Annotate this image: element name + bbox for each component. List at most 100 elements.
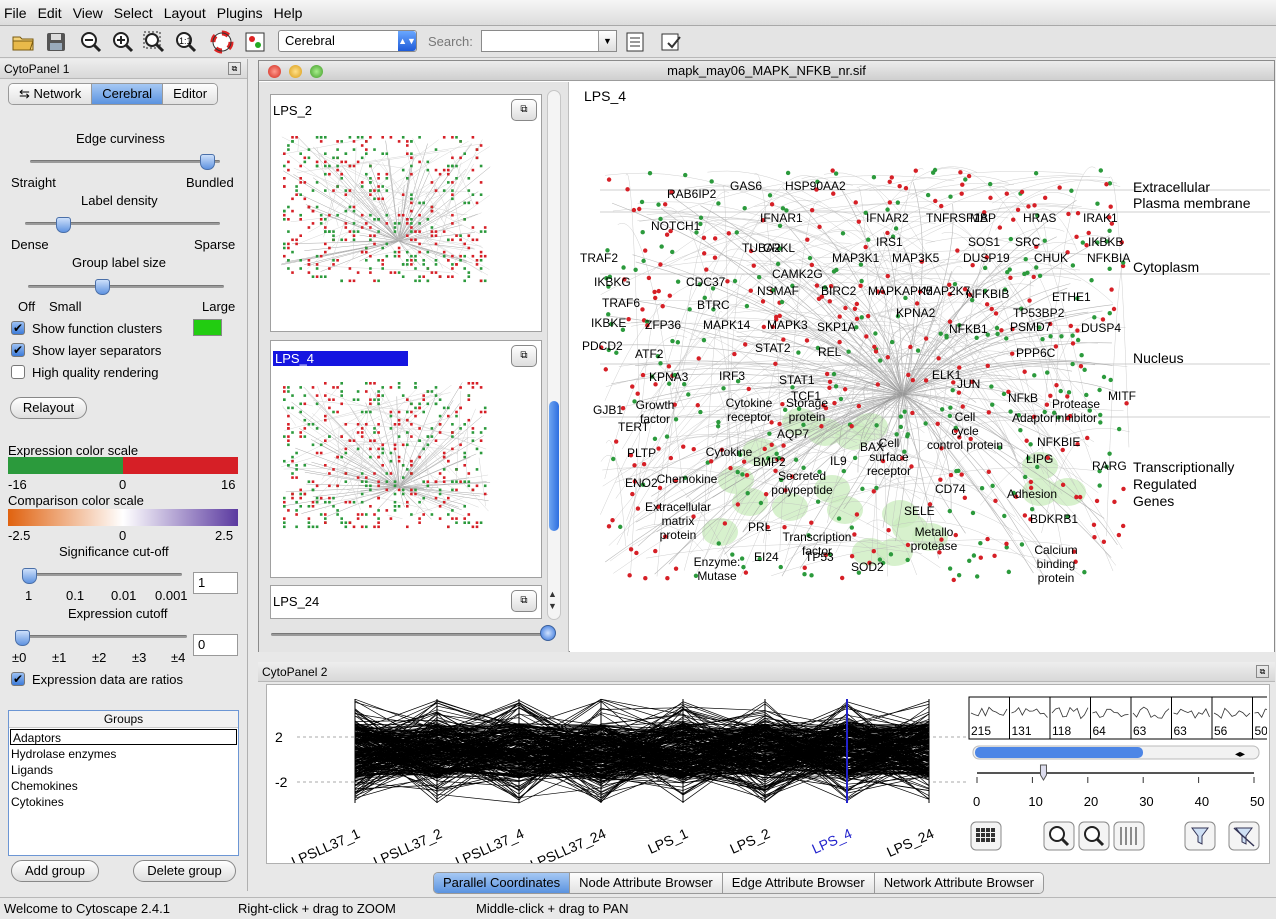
network-node[interactable] (992, 553, 997, 559)
network-node[interactable] (1004, 541, 1009, 546)
network-node[interactable] (1028, 442, 1033, 447)
network-node[interactable] (989, 306, 994, 312)
network-node[interactable] (910, 377, 916, 383)
scroll-arrows-icon[interactable]: ▲ ▼ (548, 588, 557, 612)
network-node[interactable] (1011, 217, 1016, 222)
search-input[interactable]: ▼ (481, 30, 617, 52)
network-node[interactable] (898, 424, 904, 430)
network-node[interactable] (1022, 369, 1027, 374)
network-node[interactable] (1104, 182, 1109, 187)
network-node[interactable] (610, 518, 615, 523)
network-node[interactable] (1070, 341, 1076, 346)
significance-cutoff-field[interactable]: 1 (193, 572, 238, 594)
network-node[interactable] (1032, 203, 1037, 208)
network-node[interactable] (951, 577, 956, 583)
network-node[interactable] (959, 191, 964, 196)
network-node[interactable] (606, 177, 612, 182)
network-node[interactable] (1029, 506, 1035, 512)
network-node[interactable] (621, 265, 626, 270)
network-node[interactable] (1101, 539, 1107, 544)
network-node[interactable] (1027, 298, 1032, 303)
network-node[interactable] (635, 391, 640, 396)
network-node[interactable] (840, 231, 846, 236)
network-node[interactable] (873, 349, 879, 354)
network-node[interactable] (837, 314, 842, 319)
network-node[interactable] (742, 205, 747, 211)
network-node[interactable] (704, 267, 709, 272)
show-function-clusters-checkbox[interactable]: ✔ (11, 321, 25, 335)
network-node[interactable] (1058, 388, 1063, 394)
network-node[interactable] (728, 465, 733, 471)
network-node[interactable] (715, 424, 721, 429)
network-node[interactable] (660, 304, 665, 309)
network-node[interactable] (712, 255, 718, 260)
zoom-window-button[interactable] (310, 65, 323, 78)
network-node[interactable] (656, 202, 661, 207)
cluster-scroll-thumb[interactable] (975, 747, 1143, 758)
network-node[interactable] (875, 382, 881, 387)
network-node[interactable] (656, 446, 661, 451)
network-node[interactable] (735, 469, 740, 475)
network-node[interactable] (903, 186, 909, 191)
network-node[interactable] (1045, 370, 1050, 375)
thumbnail-card-lps4[interactable]: LPS_4 ⧉ (270, 340, 542, 578)
network-node[interactable] (659, 244, 664, 249)
tab-cerebral[interactable]: Cerebral (92, 84, 164, 104)
network-node[interactable] (1048, 334, 1053, 339)
network-node[interactable] (886, 528, 891, 533)
network-node[interactable] (906, 372, 911, 378)
network-node[interactable] (773, 361, 778, 367)
network-node[interactable] (854, 301, 860, 307)
network-node[interactable] (1034, 265, 1039, 270)
network-node[interactable] (871, 489, 876, 494)
network-node[interactable] (639, 199, 645, 205)
network-node[interactable] (611, 456, 616, 462)
edge-curviness-slider[interactable] (199, 154, 215, 170)
network-node[interactable] (778, 564, 783, 570)
network-node[interactable] (871, 175, 877, 180)
network-node[interactable] (982, 265, 988, 271)
network-node[interactable] (1025, 270, 1030, 276)
network-node[interactable] (1077, 494, 1083, 500)
network-node[interactable] (889, 339, 895, 345)
tab-parallel-coordinates[interactable]: Parallel Coordinates (434, 873, 571, 893)
network-node[interactable] (785, 170, 791, 176)
vizmapper-icon[interactable] (242, 29, 268, 55)
network-node[interactable] (986, 410, 992, 415)
network-node[interactable] (668, 455, 674, 461)
network-node[interactable] (1059, 334, 1064, 339)
network-node[interactable] (673, 566, 679, 571)
network-node[interactable] (641, 462, 647, 467)
network-node[interactable] (691, 446, 696, 452)
network-node[interactable] (603, 367, 608, 372)
groups-list-item[interactable]: Hydrolase enzymes (9, 746, 238, 762)
network-node[interactable] (665, 575, 670, 581)
network-node[interactable] (1057, 185, 1062, 190)
network-node[interactable] (831, 371, 837, 377)
groups-list-item[interactable]: Chemokines (9, 778, 238, 794)
network-node[interactable] (947, 413, 953, 419)
network-node[interactable] (959, 472, 964, 477)
network-node[interactable] (1010, 351, 1015, 356)
network-node[interactable] (632, 463, 637, 468)
network-node[interactable] (1120, 523, 1126, 529)
network-node[interactable] (708, 459, 714, 464)
network-node[interactable] (1095, 201, 1100, 206)
network-node[interactable] (956, 572, 962, 578)
network-node[interactable] (905, 542, 911, 548)
network-node[interactable] (877, 358, 883, 363)
network-node[interactable] (841, 468, 847, 474)
network-node[interactable] (1031, 274, 1036, 280)
network-node[interactable] (761, 324, 767, 330)
network-node[interactable] (885, 273, 890, 279)
network-node[interactable] (988, 181, 993, 187)
network-node[interactable] (948, 405, 953, 410)
expression-ratios-checkbox[interactable]: ✔ (11, 672, 25, 686)
add-group-button[interactable]: Add group (11, 860, 99, 882)
network-node[interactable] (777, 421, 782, 427)
network-node[interactable] (897, 183, 902, 189)
network-node[interactable] (698, 409, 703, 415)
network-node[interactable] (814, 283, 820, 288)
network-node[interactable] (947, 566, 953, 571)
network-node[interactable] (1080, 240, 1085, 245)
